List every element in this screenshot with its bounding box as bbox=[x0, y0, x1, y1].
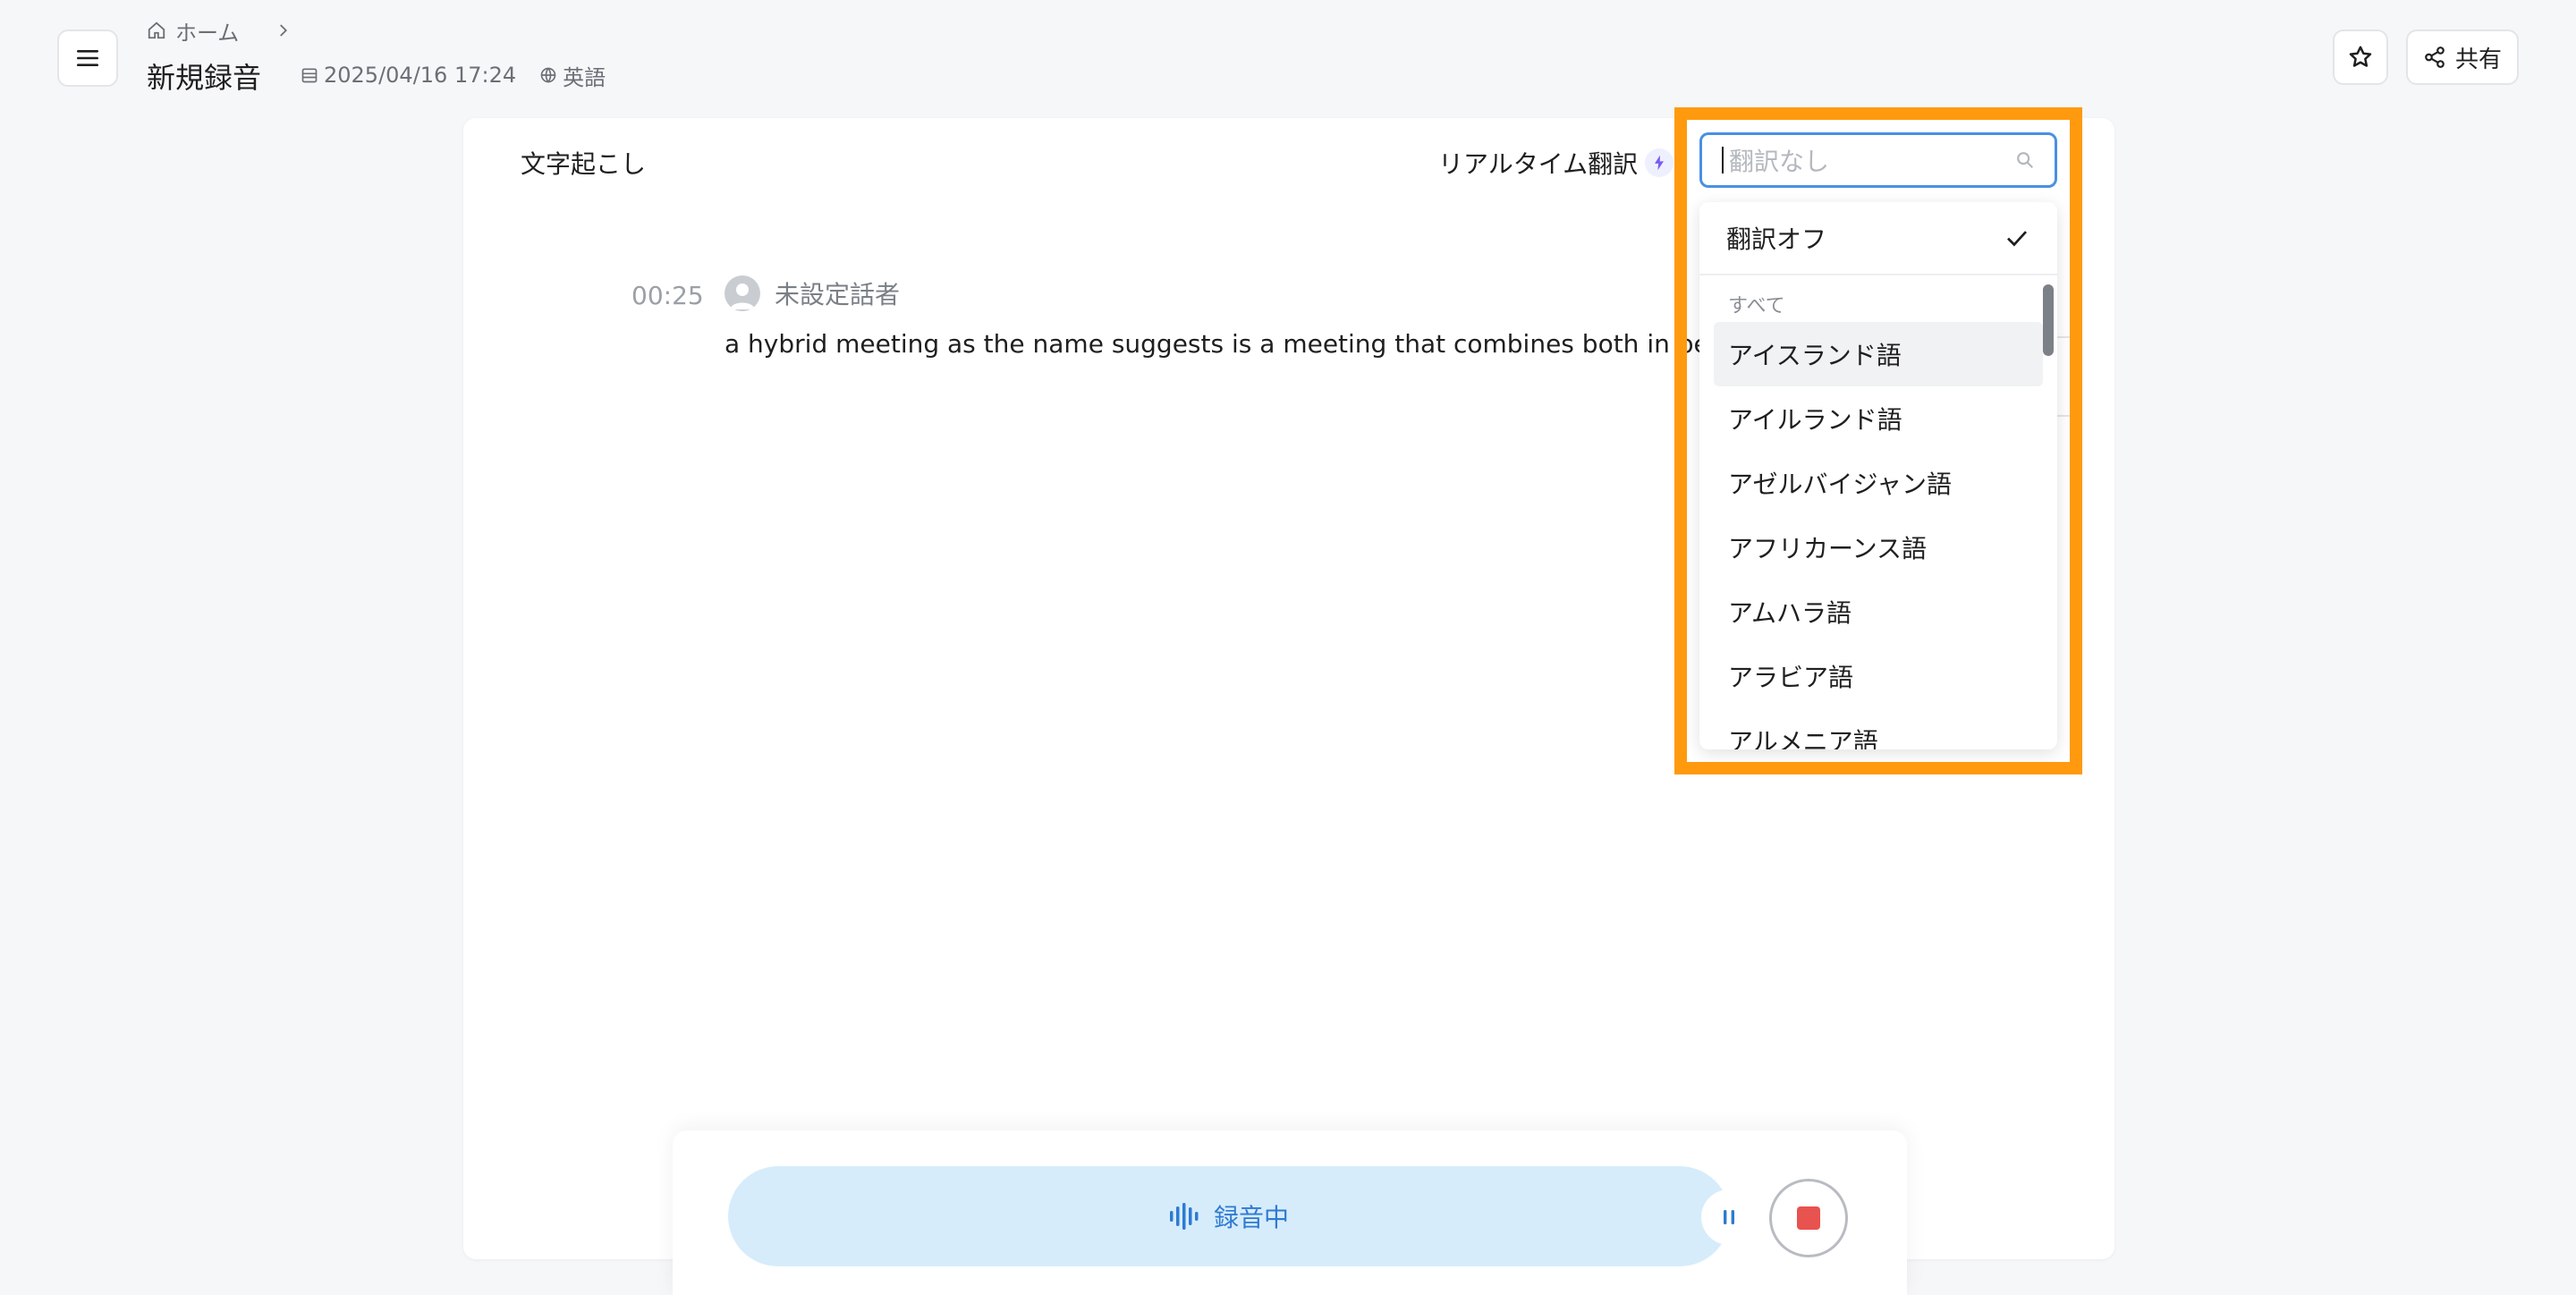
language-option-list: アイスランド語 アイルランド語 アゼルバイジャン語 アフリカーンス語 アムハラ語… bbox=[1699, 322, 2057, 749]
pause-icon bbox=[1724, 1210, 1734, 1224]
recording-language[interactable]: 英語 bbox=[563, 60, 606, 91]
tab-transcription[interactable]: 文字起こし bbox=[521, 145, 646, 181]
recording-panel: 録音中 bbox=[673, 1130, 1907, 1295]
chevron-right-icon bbox=[275, 22, 291, 38]
recording-date: 2025/04/16 17:24 bbox=[324, 63, 517, 88]
recording-status: 録音中 bbox=[1213, 1203, 1289, 1232]
translation-placeholder: 翻訳なし bbox=[1729, 147, 1830, 176]
page-title: 新規録音 bbox=[147, 61, 262, 95]
menu-button[interactable] bbox=[57, 30, 118, 87]
realtime-translation-text: リアルタイム翻訳 bbox=[1438, 149, 1639, 179]
breadcrumb-home-link[interactable]: ホーム bbox=[175, 15, 239, 47]
favorite-button[interactable] bbox=[2333, 30, 2388, 85]
translation-panel-edge bbox=[2055, 336, 2082, 417]
language-option[interactable]: アラビア語 bbox=[1714, 644, 2043, 708]
language-option[interactable]: アイルランド語 bbox=[1714, 386, 2043, 451]
segment-timestamp[interactable]: 00:25 bbox=[631, 281, 704, 310]
option-translation-off[interactable]: 翻訳オフ bbox=[1699, 202, 2057, 275]
pause-button[interactable] bbox=[1701, 1189, 1757, 1245]
language-option[interactable]: アムハラ語 bbox=[1714, 580, 2043, 644]
share-label: 共有 bbox=[2454, 46, 2502, 73]
recording-status-pill: 録音中 bbox=[728, 1166, 1757, 1266]
dropdown-scrollbar[interactable] bbox=[2043, 284, 2054, 356]
sparkle-icon bbox=[1645, 148, 1674, 177]
check-icon bbox=[2007, 231, 2028, 247]
share-icon bbox=[2425, 47, 2445, 68]
calendar-icon bbox=[301, 68, 318, 83]
translation-language-dropdown: 翻訳オフ すべて アイスランド語 アイルランド語 アゼルバイジャン語 アフリカー… bbox=[1699, 202, 2057, 749]
option-group-label: すべて bbox=[1728, 295, 1785, 317]
realtime-translation-label: リアルタイム翻訳 bbox=[1438, 145, 1674, 181]
breadcrumb: ホーム bbox=[147, 15, 291, 47]
speaker[interactable]: 未設定話者 bbox=[724, 275, 900, 311]
hamburger-icon bbox=[77, 50, 98, 66]
speaker-name: 未設定話者 bbox=[775, 280, 901, 309]
text-cursor bbox=[1722, 147, 1724, 174]
language-option[interactable]: アフリカーンス語 bbox=[1714, 515, 2043, 580]
language-option[interactable]: アゼルバイジャン語 bbox=[1714, 451, 2043, 515]
translation-language-search[interactable]: 翻訳なし bbox=[1699, 132, 2057, 188]
share-button[interactable]: 共有 bbox=[2406, 30, 2519, 85]
option-translation-off-label: 翻訳オフ bbox=[1726, 224, 1827, 254]
star-icon bbox=[2349, 46, 2372, 67]
stop-button[interactable] bbox=[1769, 1179, 1848, 1257]
avatar bbox=[724, 275, 760, 311]
home-icon bbox=[148, 21, 165, 39]
search-icon bbox=[2017, 152, 2034, 169]
waveform-icon bbox=[1169, 1203, 1199, 1230]
transcript-text: a hybrid meeting as the name suggests is… bbox=[724, 329, 1764, 359]
globe-icon bbox=[540, 67, 556, 83]
stop-icon bbox=[1797, 1206, 1820, 1230]
language-option[interactable]: アイスランド語 bbox=[1714, 322, 2043, 386]
recording-meta: 2025/04/16 17:24 英語 bbox=[301, 60, 606, 91]
language-option[interactable]: アルメニア語 bbox=[1714, 708, 2043, 749]
